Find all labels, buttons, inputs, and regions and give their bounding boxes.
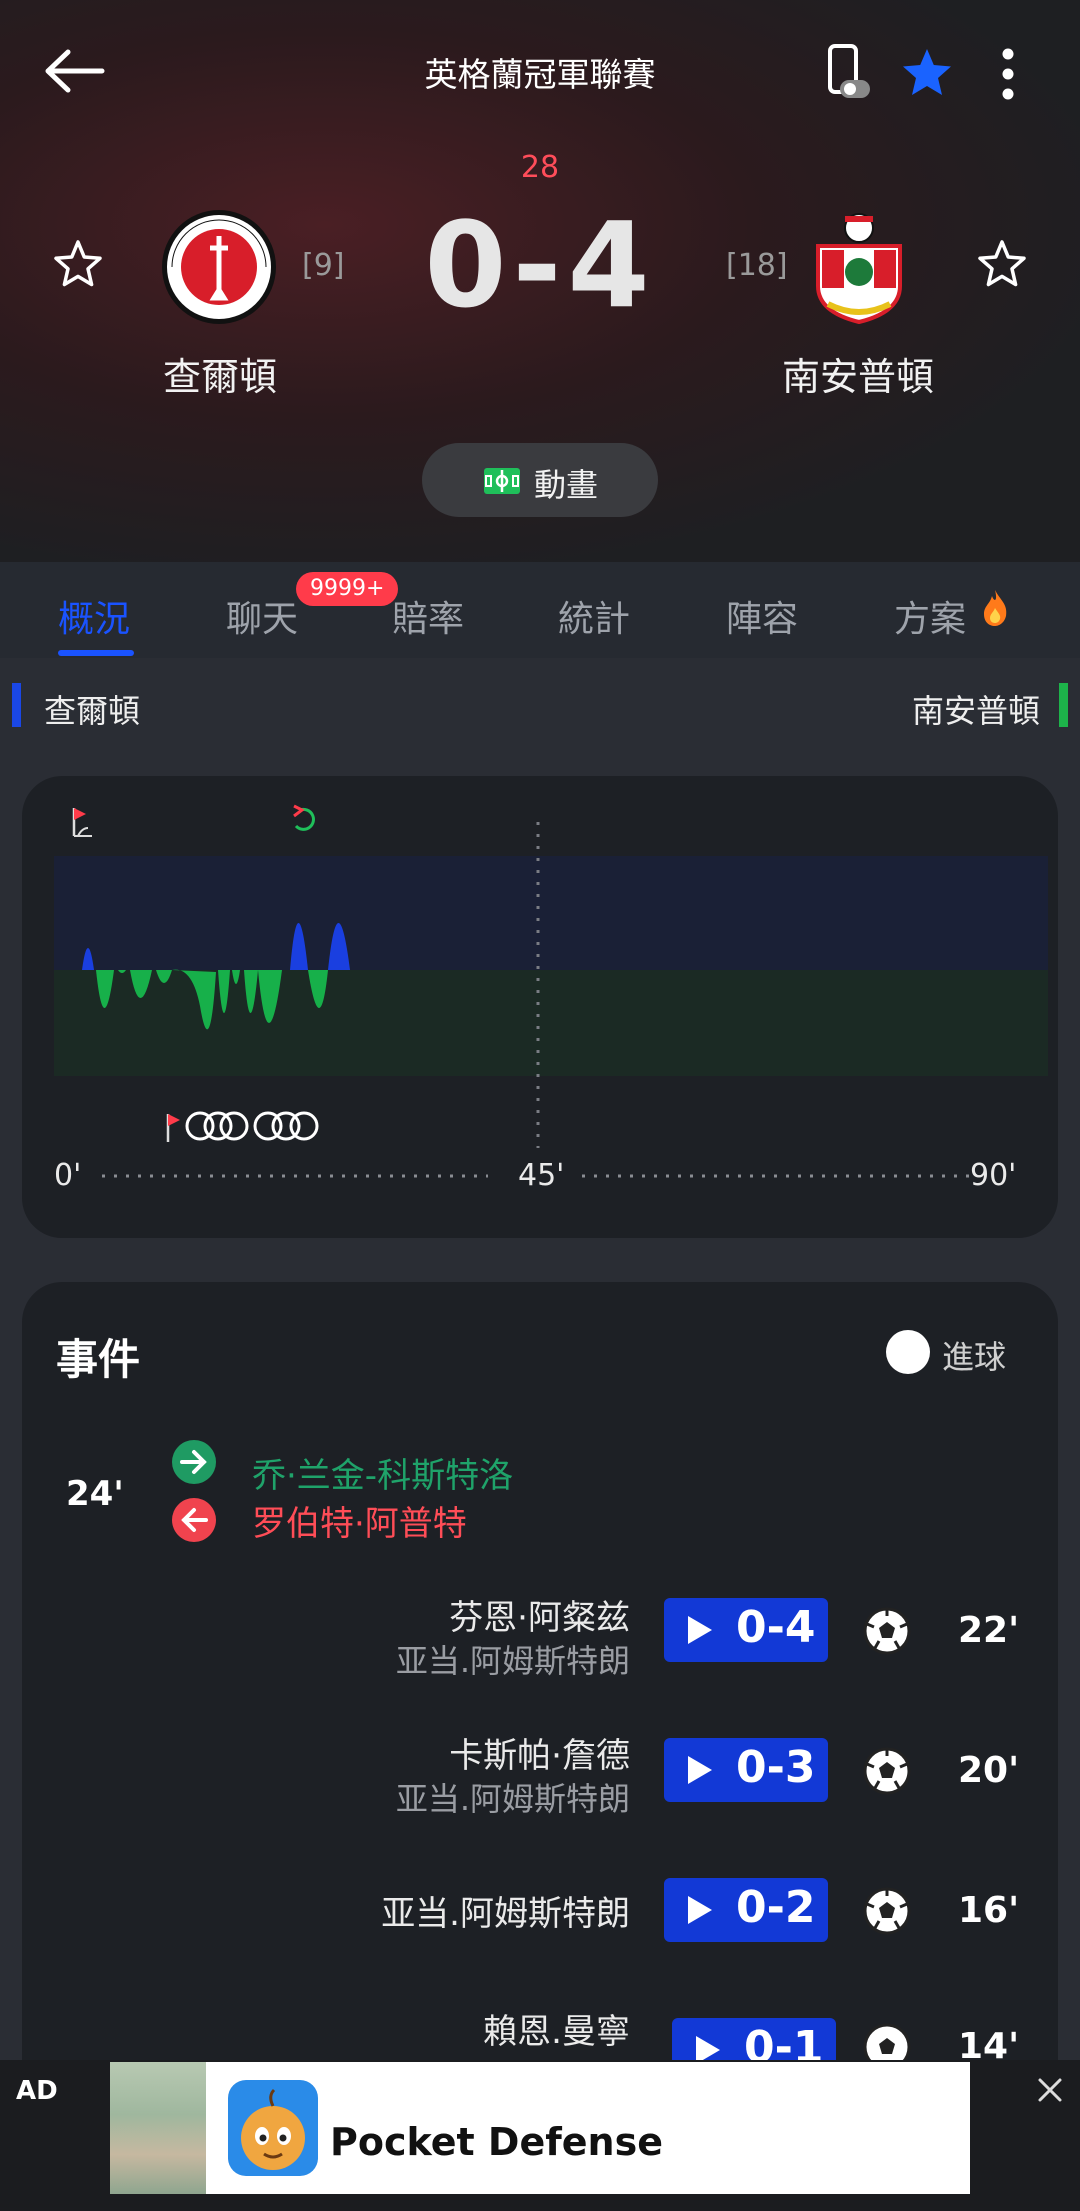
axis-half-label: 45' bbox=[518, 1158, 565, 1193]
soccer-ball-icon bbox=[863, 1887, 911, 1935]
goal-video-button[interactable]: 0-3 bbox=[664, 1738, 828, 1802]
sub-out-arrow-icon bbox=[172, 1498, 216, 1542]
away-team-name[interactable]: 南安普頓 bbox=[728, 346, 988, 401]
goal-minute: 22' bbox=[958, 1610, 1020, 1651]
home-side-name: 查爾頓 bbox=[44, 692, 141, 730]
away-follow-star-icon[interactable] bbox=[976, 238, 1028, 290]
tab-odds[interactable]: 賠率 bbox=[392, 590, 464, 642]
chat-count-badge: 9999+ bbox=[296, 572, 399, 606]
goal-events-icons bbox=[166, 1111, 319, 1142]
tab-lineup[interactable]: 陣容 bbox=[726, 590, 798, 642]
animation-label: 動畫 bbox=[534, 466, 599, 504]
play-icon bbox=[688, 1756, 712, 1784]
tab-plans[interactable]: 方案 bbox=[894, 590, 966, 642]
tab-stats[interactable]: 統計 bbox=[558, 590, 630, 642]
ad-label: AD bbox=[16, 2076, 58, 2106]
home-rank: [9] bbox=[302, 248, 345, 283]
away-rank: [18] bbox=[726, 248, 788, 283]
sub-in-arrow-icon bbox=[172, 1440, 216, 1484]
active-tab-indicator bbox=[58, 650, 134, 656]
home-color-bar bbox=[12, 683, 21, 727]
substitution-minute: 24' bbox=[66, 1474, 124, 1514]
axis-start-label: 0' bbox=[54, 1158, 82, 1193]
goal-minute: 16' bbox=[958, 1890, 1020, 1931]
goal-filter-toggle[interactable] bbox=[886, 1330, 930, 1374]
away-color-bar bbox=[1059, 683, 1068, 727]
fire-icon bbox=[984, 590, 1007, 626]
goal-scorer[interactable]: 賴恩.曼寧 bbox=[483, 2004, 630, 2053]
home-follow-star-icon[interactable] bbox=[52, 238, 104, 290]
home-team-name[interactable]: 查爾頓 bbox=[90, 346, 350, 401]
away-team-logo[interactable] bbox=[800, 208, 918, 326]
goal-scorer[interactable]: 亚当.阿姆斯特朗 bbox=[381, 1886, 630, 1935]
close-icon[interactable] bbox=[1034, 2074, 1066, 2106]
soccer-ball-icon bbox=[863, 1747, 911, 1795]
goal-assist[interactable]: 亚当.阿姆斯特朗 bbox=[396, 1774, 630, 1820]
events-title: 事件 bbox=[56, 1335, 141, 1384]
top-bar: 英格蘭冠軍聯賽 bbox=[0, 30, 1080, 110]
soccer-ball-icon bbox=[863, 1607, 911, 1655]
goal-video-button[interactable]: 0-2 bbox=[664, 1878, 828, 1942]
sub-player-in[interactable]: 乔·兰金-科斯特洛 bbox=[252, 1448, 513, 1497]
goal-score: 0-2 bbox=[736, 1882, 816, 1933]
tab-chat[interactable]: 聊天 bbox=[226, 590, 298, 642]
favorite-star-icon[interactable] bbox=[900, 46, 954, 100]
ad-app-icon[interactable] bbox=[228, 2080, 318, 2176]
sub-player-out[interactable]: 罗伯特·阿普特 bbox=[252, 1496, 467, 1545]
home-team-logo[interactable] bbox=[160, 208, 278, 326]
ad-game-screenshot[interactable] bbox=[110, 2062, 206, 2194]
goal-score: 0-4 bbox=[736, 1602, 816, 1653]
corner-flag-icon bbox=[72, 808, 92, 837]
away-side-name: 南安普頓 bbox=[911, 692, 1040, 730]
goal-assist[interactable]: 亚当.阿姆斯特朗 bbox=[396, 1636, 630, 1682]
more-menu-icon[interactable] bbox=[996, 46, 1020, 102]
match-minute: 28 bbox=[520, 150, 560, 185]
goal-minute: 20' bbox=[958, 1750, 1020, 1791]
goal-video-button[interactable]: 0-4 bbox=[664, 1598, 828, 1662]
play-icon bbox=[688, 1616, 712, 1644]
pitch-icon bbox=[484, 468, 520, 494]
goal-scorer[interactable]: 芬恩·阿粲兹 bbox=[449, 1590, 630, 1639]
goal-score: 0-3 bbox=[736, 1742, 816, 1793]
phone-toggle-icon[interactable] bbox=[826, 44, 872, 102]
substitution-icon bbox=[293, 804, 315, 831]
ad-app-name[interactable]: Pocket Defense bbox=[330, 2120, 663, 2164]
play-icon bbox=[688, 1896, 712, 1924]
tab-overview[interactable]: 概況 bbox=[58, 590, 130, 642]
axis-end-label: 90' bbox=[970, 1158, 1017, 1193]
goal-scorer[interactable]: 卡斯帕·詹德 bbox=[449, 1728, 630, 1777]
goal-filter-label: 進球 bbox=[942, 1338, 1007, 1376]
